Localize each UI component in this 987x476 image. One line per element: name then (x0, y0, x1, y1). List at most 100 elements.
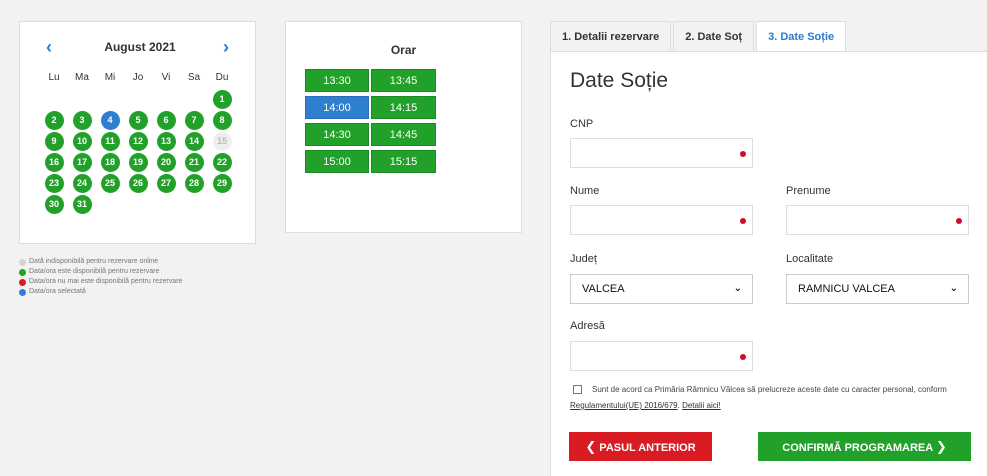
day-3[interactable]: 3 (72, 111, 92, 130)
day-cell: 17 (68, 152, 96, 173)
calendar-legend: Dată indisponibilă pentru rezervare onli… (19, 257, 182, 297)
empty-cell (152, 89, 180, 110)
localitate-select[interactable]: RAMNICU VALCEA ⌄ (786, 274, 969, 304)
day-27[interactable]: 27 (156, 174, 176, 193)
day-26[interactable]: 26 (128, 174, 148, 193)
prenume-input[interactable] (786, 205, 969, 235)
day-5[interactable]: 5 (128, 111, 148, 130)
legend-dot-icon (19, 268, 26, 276)
day-4[interactable]: 4 (100, 111, 120, 130)
day-cell: 20 (152, 152, 180, 173)
nume-input[interactable] (570, 205, 753, 235)
day-7[interactable]: 7 (184, 111, 204, 130)
day-8[interactable]: 8 (212, 111, 232, 130)
day-25[interactable]: 25 (100, 174, 120, 193)
tab-3[interactable]: 3. Date Soție (756, 21, 847, 52)
day-cell: 10 (68, 131, 96, 152)
prev-month-icon[interactable]: ‹ (39, 36, 59, 58)
day-6[interactable]: 6 (156, 111, 176, 130)
confirm-appointment-button[interactable]: CONFIRMĂ PROGRAMAREA ❯ (758, 432, 971, 461)
day-2[interactable]: 2 (44, 111, 64, 130)
time-slots: 13:30 13:45 14:00 14:15 14:30 14:45 15:00 15:15 (305, 69, 436, 173)
tab-1[interactable]: 1. Detalii rezervare (550, 21, 672, 52)
day-cell: 28 (180, 173, 208, 194)
tab-2[interactable]: 2. Date Soț (673, 21, 755, 52)
consent-checkbox[interactable] (573, 385, 582, 395)
day-23[interactable]: 23 (44, 174, 64, 193)
day-13[interactable]: 13 (156, 132, 176, 151)
day-9[interactable]: 9 (44, 132, 64, 151)
day-cell: 30 (40, 194, 68, 215)
calendar-grid: Lu Ma Mi Jo Vi Sa Du 1 2 3 4 5 6 7 8 9 10 11 12 13 14 15 16 17 1… (40, 68, 236, 215)
day-21[interactable]: 21 (184, 153, 204, 172)
day-18[interactable]: 18 (100, 153, 120, 172)
day-12[interactable]: 12 (128, 132, 148, 151)
day-cell: 5 (124, 110, 152, 131)
day-cell: 8 (208, 110, 236, 131)
day-24[interactable]: 24 (72, 174, 92, 193)
day-cell: 13 (152, 131, 180, 152)
day-11[interactable]: 11 (100, 132, 120, 151)
time-slot[interactable]: 13:45 (371, 69, 436, 92)
day-31[interactable]: 31 (72, 195, 92, 214)
weekday-label: Vi (161, 72, 171, 83)
time-slot[interactable]: 14:30 (305, 123, 369, 146)
form-tabs: 1. Detalii rezervare 2. Date Soț 3. Date S… (550, 21, 848, 52)
day-22[interactable]: 22 (212, 153, 232, 172)
day-19[interactable]: 19 (128, 153, 148, 172)
day-20[interactable]: 20 (156, 153, 176, 172)
empty-cell (40, 89, 68, 110)
localitate-value: RAMNICU VALCEA (798, 283, 895, 295)
required-icon (956, 218, 962, 224)
day-cell: 19 (124, 152, 152, 173)
empty-cell (68, 89, 96, 110)
details-link[interactable]: Detalii aici! (682, 401, 721, 410)
day-1[interactable]: 1 (212, 90, 232, 109)
time-slot[interactable]: 13:30 (305, 69, 369, 92)
cnp-input[interactable] (570, 138, 753, 168)
time-panel: Orar 13:30 13:45 14:00 14:15 14:30 14:45 15:00… (285, 21, 522, 233)
day-14[interactable]: 14 (184, 132, 204, 151)
time-slot[interactable]: 14:15 (371, 96, 436, 119)
legend-dot-icon (19, 278, 26, 286)
consent-text: Sunt de acord ca Primăria Râmnicu Vâlcea… (592, 385, 947, 394)
cnp-label: CNP (570, 118, 594, 130)
judet-select[interactable]: VALCEA ⌄ (570, 274, 753, 304)
day-cell: 4 (96, 110, 124, 131)
chevron-right-icon: ❯ (935, 439, 947, 454)
legend-text: Data/ora este disponibilă pentru rezerva… (29, 268, 160, 275)
day-cell: 27 (152, 173, 180, 194)
time-panel-title: Orar (390, 43, 417, 57)
day-cell: 18 (96, 152, 124, 173)
day-28[interactable]: 28 (184, 174, 204, 193)
day-cell: 2 (40, 110, 68, 131)
next-month-icon[interactable]: › (216, 36, 236, 58)
day-29[interactable]: 29 (212, 174, 232, 193)
regulation-link[interactable]: Regulamentului(UE) 2016/679 (570, 401, 678, 410)
weekday-label: Ma (75, 72, 89, 83)
day-cell: 11 (96, 131, 124, 152)
day-10[interactable]: 10 (72, 132, 92, 151)
day-cell: 21 (180, 152, 208, 173)
chevron-down-icon: ⌄ (733, 283, 742, 294)
required-icon (740, 151, 746, 157)
day-cell: 6 (152, 110, 180, 131)
day-30[interactable]: 30 (44, 195, 64, 214)
time-slot[interactable]: 15:00 (305, 150, 369, 173)
day-cell: 31 (68, 194, 96, 215)
legend-item: Data/ora selectată (19, 287, 182, 297)
time-slot[interactable]: 14:45 (371, 123, 436, 146)
previous-step-button[interactable]: ❮ PASUL ANTERIOR (569, 432, 712, 461)
empty-cell (124, 89, 152, 110)
day-cell: 7 (180, 110, 208, 131)
adresa-input[interactable] (570, 341, 753, 371)
form-panel: Date Soție CNP Nume Prenume Județ VALCEA… (550, 51, 987, 476)
day-cell: 9 (40, 131, 68, 152)
time-slot[interactable]: 14:00 (305, 96, 369, 119)
time-slot[interactable]: 15:15 (371, 150, 436, 173)
day-17[interactable]: 17 (72, 153, 92, 172)
day-cell: 29 (208, 173, 236, 194)
day-16[interactable]: 16 (44, 153, 64, 172)
required-icon (740, 354, 746, 360)
day-cell: 1 (208, 89, 236, 110)
